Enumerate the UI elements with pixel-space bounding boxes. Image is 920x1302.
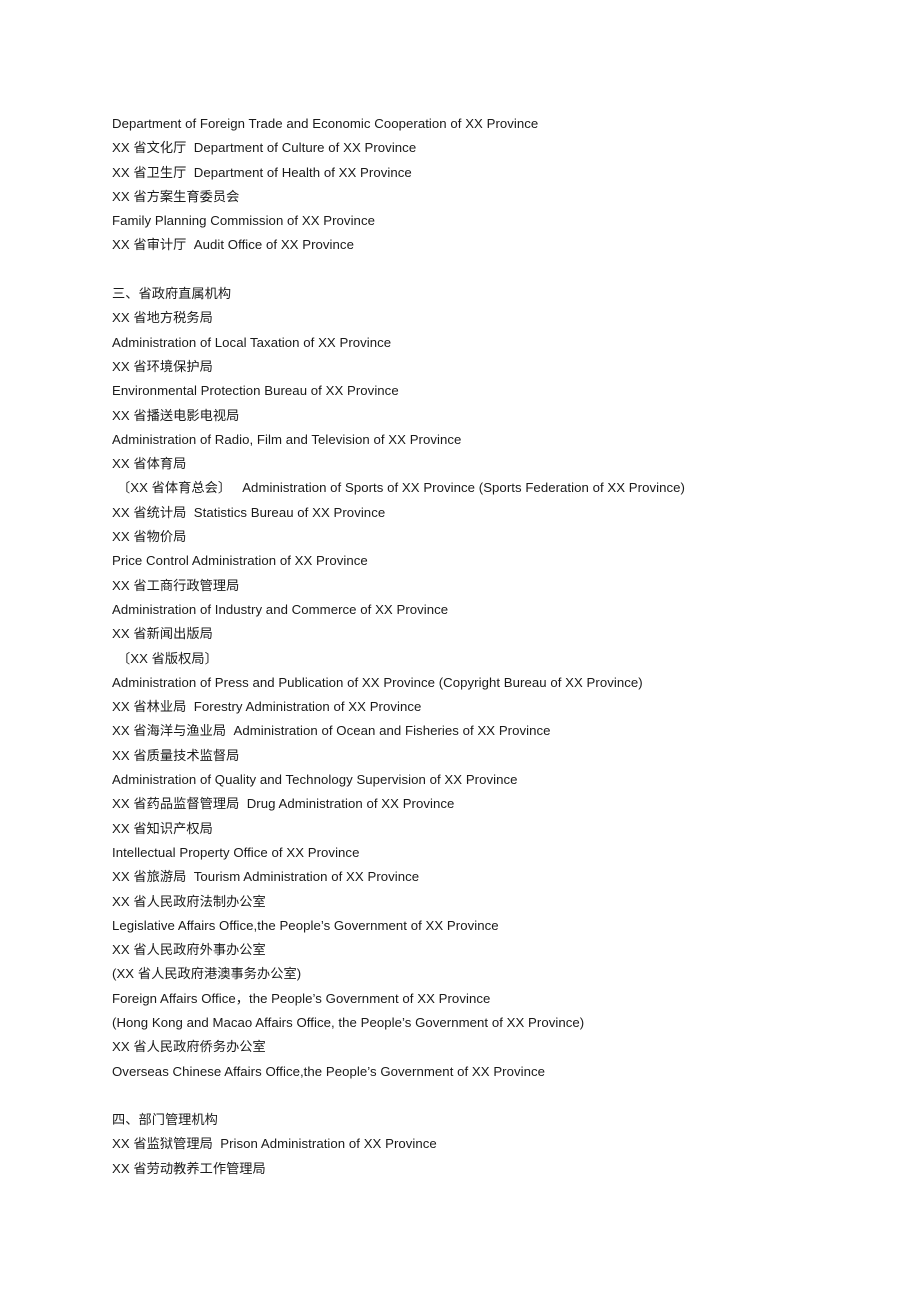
text-line: XX 省卫生厅 Department of Health of XX Provi… [112,164,412,180]
text-line: XX 省物价局 [112,529,187,545]
text-line: Environmental Protection Bureau of XX Pr… [112,383,399,399]
text-line: XX 省审计厅 Audit Office of XX Province [112,237,354,253]
text-line: XX 省工商行政管理局 [112,577,240,593]
text-line: XX 省统计局 Statistics Bureau of XX Province [112,504,386,520]
document-body: Department of Foreign Trade and Economic… [112,112,812,1181]
text-line: Family Planning Commission of XX Provinc… [112,213,375,229]
text-line: Overseas Chinese Affairs Office,the Peop… [112,1063,546,1079]
text-line: Price Control Administration of XX Provi… [112,553,368,569]
text-line: Intellectual Property Office of XX Provi… [112,844,360,860]
text-line: XX 省监狱管理局 Prison Administration of XX Pr… [112,1136,437,1152]
text-line: XX 省播送电影电视局 [112,407,240,423]
text-line: XX 省方案生育委员会 [112,188,240,204]
text-line: (Hong Kong and Macao Affairs Office, the… [112,1014,585,1030]
text-line: XX 省人民政府法制办公室 [112,893,266,909]
text-line: Administration of Quality and Technology… [112,772,518,788]
text-line: Administration of Local Taxation of XX P… [112,334,392,350]
text-line: XX 省人民政府侨务办公室 [112,1039,266,1055]
text-line: XX 省文化厅 Department of Culture of XX Prov… [112,140,417,156]
text-line: XX 省体育局 [112,456,187,472]
text-line: XX 省新闻出版局 [112,626,213,642]
text-line: XX 省林业局 Forestry Administration of XX Pr… [112,699,422,715]
text-line: 〔XX 省体育总会〕 Administration of Sports of X… [117,480,685,496]
text-line: XX 省海洋与渔业局 Administration of Ocean and F… [112,723,551,739]
text-line: Foreign Affairs Office，the People’s Gove… [112,990,491,1006]
section-heading: 三、省政府直属机构 [112,286,232,302]
text-line: XX 省知识产权局 [112,820,213,836]
document-page: Department of Foreign Trade and Economic… [0,0,920,1302]
text-line: Legislative Affairs Office,the People’s … [112,917,499,933]
text-line: XX 省药品监督管理局 Drug Administration of XX Pr… [112,796,455,812]
text-line: (XX 省人民政府港澳事务办公室) [112,966,302,982]
text-line: Administration of Press and Publication … [112,674,643,690]
text-line: XX 省环境保护局 [112,358,213,374]
text-line: XX 省旅游局 Tourism Administration of XX Pro… [112,869,420,885]
section-heading: 四、部门管理机构 [112,1112,218,1128]
text-line: Administration of Industry and Commerce … [112,601,449,617]
text-line: XX 省地方税务局 [112,310,213,326]
text-line: Administration of Radio, Film and Televi… [112,431,462,447]
text-line: 〔XX 省版权局〕 [117,650,218,666]
text-line: XX 省劳动教养工作管理局 [112,1160,266,1176]
text-line: XX 省质量技术监督局 [112,747,240,763]
text-line: Department of Foreign Trade and Economic… [112,116,539,131]
text-line: XX 省人民政府外事办公室 [112,942,266,958]
